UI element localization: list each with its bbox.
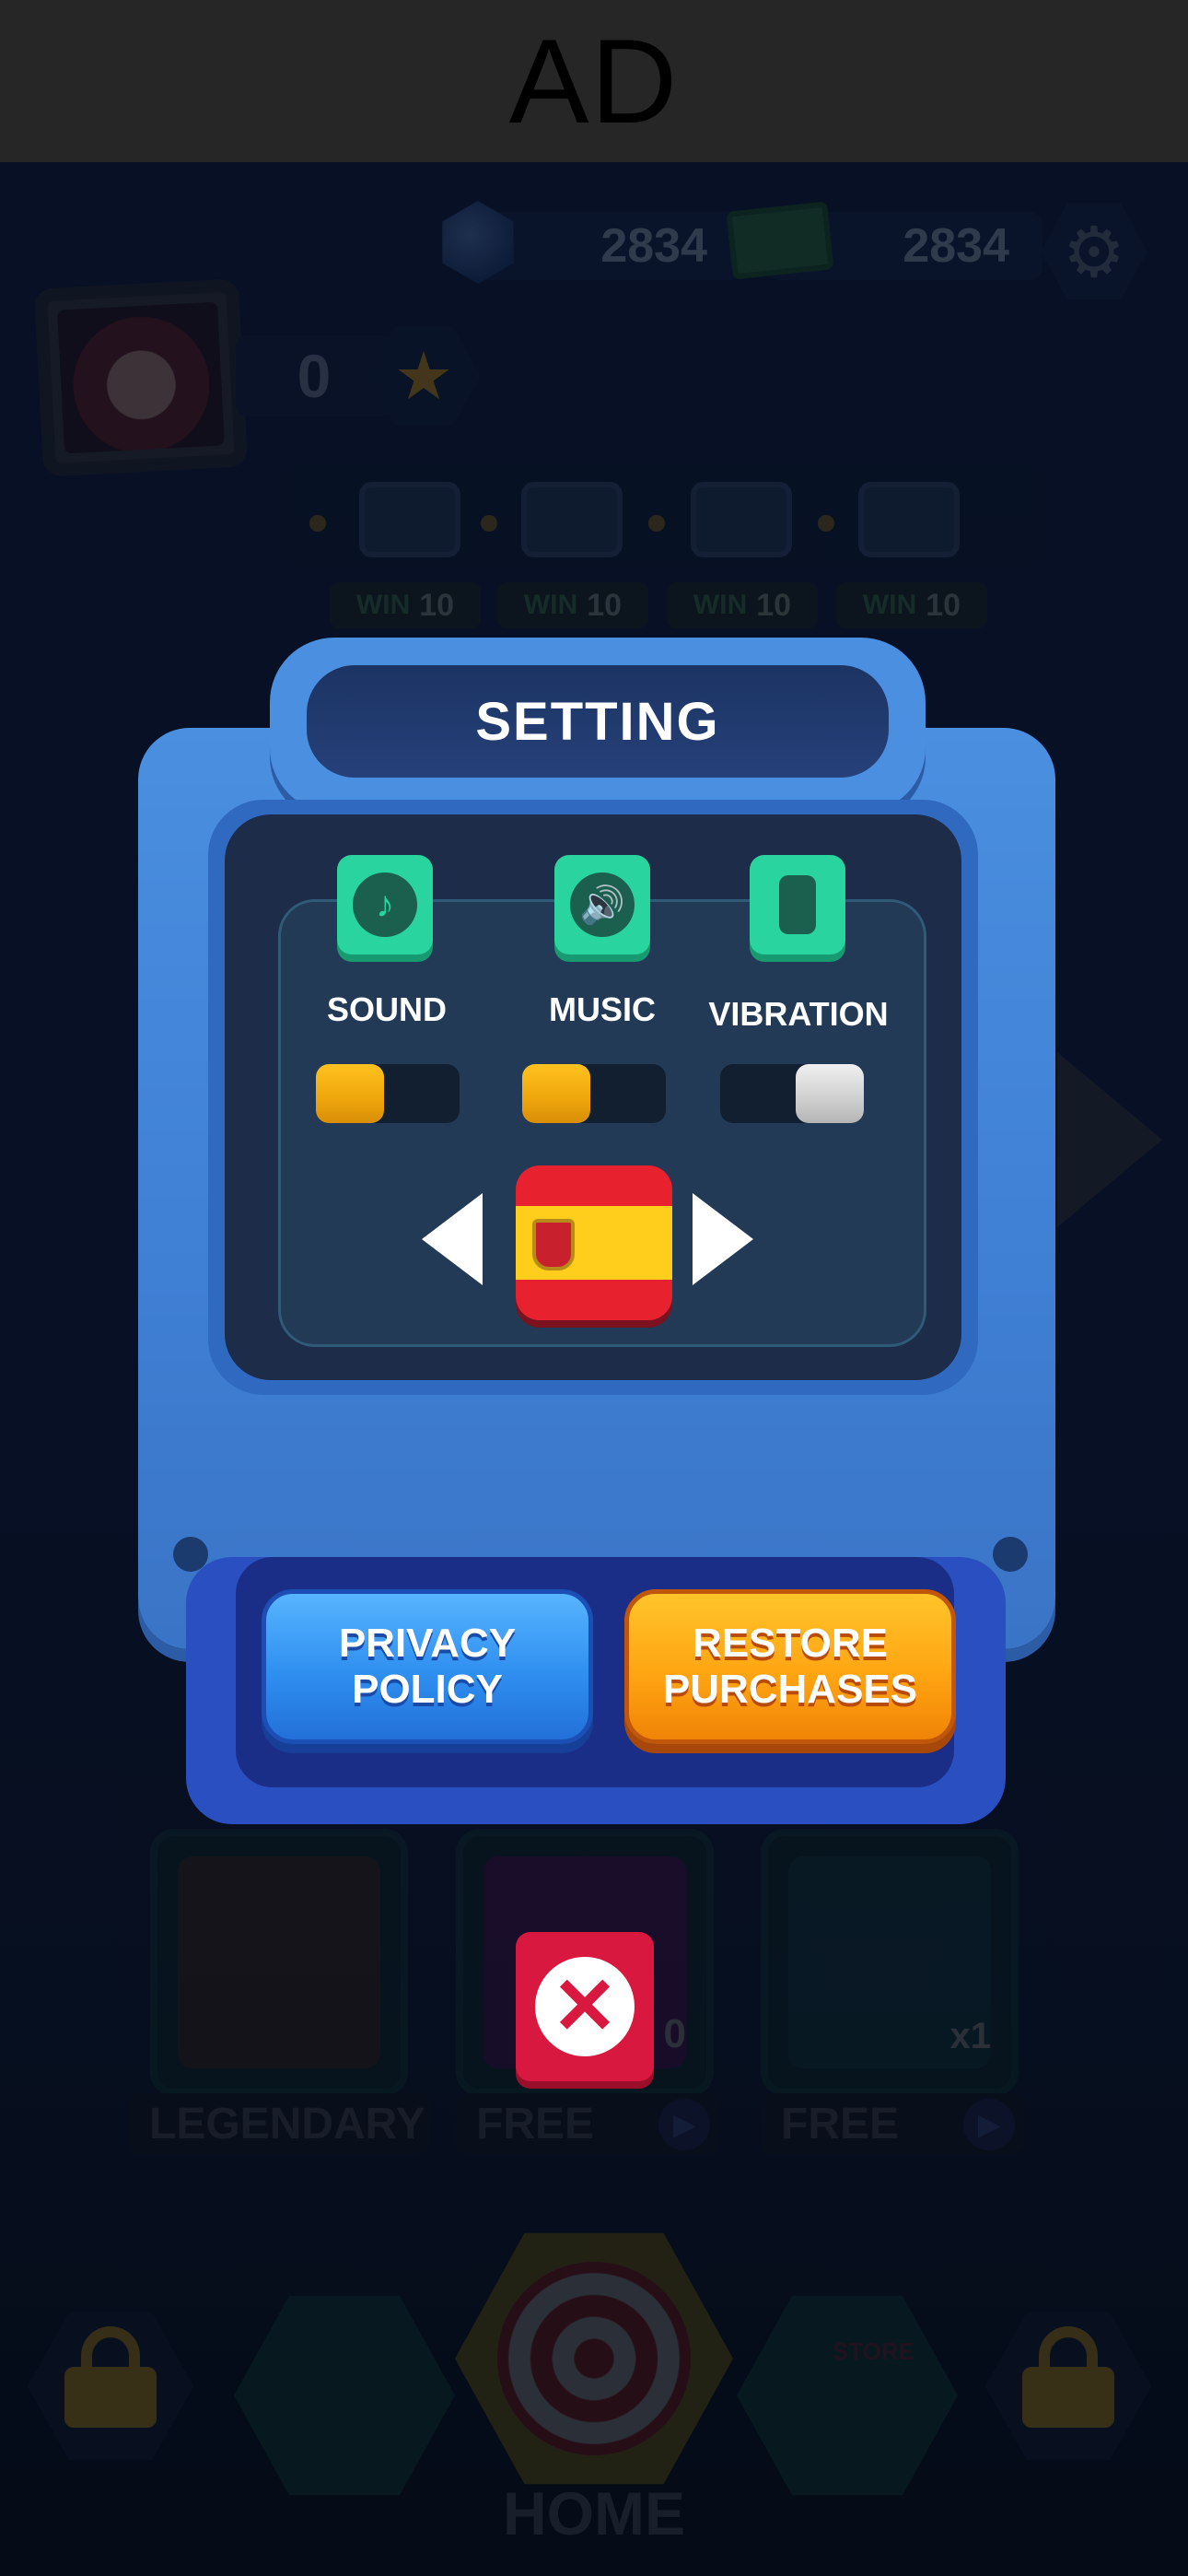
- ad-label: AD: [508, 14, 680, 148]
- spain-flag-icon[interactable]: [516, 1165, 672, 1320]
- restore-purchases-label: RESTORE PURCHASES: [662, 1621, 918, 1712]
- coat-of-arms-icon: [532, 1219, 575, 1270]
- sound-toggle[interactable]: [316, 1064, 460, 1123]
- close-symbol: ✕: [551, 1962, 619, 2051]
- music-toggle[interactable]: [522, 1064, 666, 1123]
- privacy-policy-label: PRIVACY POLICY: [338, 1621, 517, 1712]
- restore-purchases-button[interactable]: RESTORE PURCHASES: [624, 1589, 956, 1744]
- vibration-toggle[interactable]: [720, 1064, 864, 1123]
- toggle-knob: [316, 1064, 384, 1123]
- vibration-icon: [750, 855, 845, 954]
- vibration-label: VIBRATION: [708, 995, 889, 1033]
- sound-label: SOUND: [326, 990, 447, 1028]
- rivet: [993, 1537, 1028, 1572]
- music-note-icon: ♪: [337, 855, 433, 954]
- toggle-knob: [796, 1064, 864, 1123]
- title-banner: SETTING: [307, 665, 889, 778]
- close-button[interactable]: ✕: [516, 1932, 654, 2081]
- settings-title: SETTING: [475, 691, 720, 752]
- close-icon: ✕: [535, 1957, 635, 2056]
- toggle-knob: [522, 1064, 590, 1123]
- music-label: MUSIC: [549, 990, 656, 1028]
- privacy-policy-button[interactable]: PRIVACY POLICY: [262, 1589, 593, 1744]
- ad-banner[interactable]: AD: [0, 0, 1188, 162]
- speaker-icon: 🔊: [554, 855, 650, 954]
